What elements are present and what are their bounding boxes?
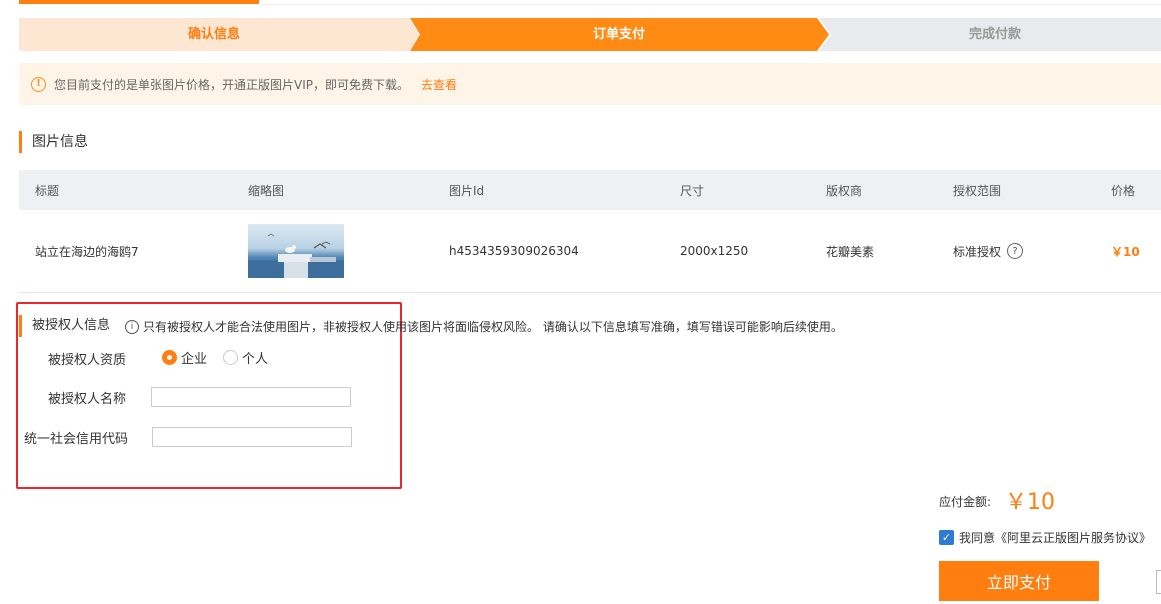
- licensee-note-text: 只有被授权人才能合法使用图片，非被授权人使用该图片将面临侵权风险。 请确认以下信…: [143, 320, 843, 334]
- row-image-id: h4534359309026304: [449, 244, 579, 258]
- amount-label: 应付金额:: [939, 495, 992, 509]
- licensee-name-label: 被授权人名称: [48, 392, 127, 407]
- row-price: ￥10: [1111, 244, 1140, 259]
- credit-code-label: 统一社会信用代码: [24, 432, 129, 447]
- image-info-title: 图片信息: [19, 131, 88, 153]
- top-accent-bar: [19, 0, 259, 4]
- license-text: 标准授权: [953, 244, 1002, 259]
- radio-enterprise[interactable]: [162, 350, 177, 365]
- col-thumbnail: 缩略图: [248, 183, 285, 198]
- row-title: 站立在海边的海鸥7: [35, 244, 139, 259]
- radio-individual[interactable]: [223, 350, 239, 365]
- table-row: 站立在海边的海鸥7 h4534359309026304 2000x1250 花瓣…: [19, 210, 1161, 293]
- licensee-name-input[interactable]: [151, 387, 351, 407]
- agreement[interactable]: ✓ 我同意《阿里云正版图片服务协议》: [939, 529, 1151, 546]
- agree-text[interactable]: 我同意《阿里云正版图片服务协议》: [959, 529, 1151, 546]
- thumbnail-image[interactable]: [248, 224, 344, 278]
- question-icon[interactable]: ?: [1007, 243, 1024, 259]
- licensee-note: i 只有被授权人才能合法使用图片，非被授权人使用该图片将面临侵权风险。 请确认以…: [125, 318, 843, 335]
- table-header: 标题 缩略图 图片Id 尺寸 版权商 授权范围 价格: [19, 170, 1161, 210]
- row-license: 标准授权 ?: [953, 210, 1024, 292]
- radio-individual-label[interactable]: 个人: [242, 348, 268, 367]
- info-icon: i: [125, 319, 139, 334]
- vip-notice: ! 您目前支付的是单张图片价格，开通正版图片VIP，即可免费下载。 去查看: [19, 63, 1161, 105]
- col-title: 标题: [35, 183, 60, 198]
- agree-checkbox[interactable]: ✓: [939, 530, 954, 545]
- credit-code-input[interactable]: [152, 427, 352, 447]
- col-license: 授权范围: [953, 183, 1002, 198]
- seagull-scene-icon: [248, 233, 344, 278]
- col-size: 尺寸: [680, 183, 705, 198]
- col-price: 价格: [1111, 183, 1136, 198]
- licensee-info-title: 被授权人信息: [19, 315, 110, 337]
- qualification-label: 被授权人资质: [48, 353, 127, 368]
- row-thumbnail-cell: [248, 210, 344, 292]
- col-image-id: 图片Id: [449, 183, 485, 198]
- progress-steps: 确认信息 订单支付 完成付款: [19, 18, 1161, 51]
- qualification-radio-group: 企业 个人: [162, 348, 284, 367]
- side-float-tab[interactable]: [1156, 570, 1161, 594]
- step-order-pay: 订单支付: [592, 27, 645, 42]
- warning-icon: !: [31, 76, 46, 92]
- amount-value: ￥10: [1005, 490, 1055, 515]
- col-provider: 版权商: [826, 183, 863, 198]
- step-confirm-info: 确认信息: [187, 27, 240, 42]
- row-provider: 花瓣美素: [826, 244, 875, 259]
- radio-enterprise-label[interactable]: 企业: [181, 348, 207, 367]
- step-complete-pay: 完成付款: [968, 27, 1021, 42]
- pay-now-button[interactable]: 立即支付: [939, 561, 1099, 601]
- top-divider: [259, 4, 1161, 5]
- notice-text: 您目前支付的是单张图片价格，开通正版图片VIP，即可免费下载。: [54, 77, 409, 92]
- row-size: 2000x1250: [680, 244, 749, 258]
- view-vip-link[interactable]: 去查看: [421, 76, 457, 93]
